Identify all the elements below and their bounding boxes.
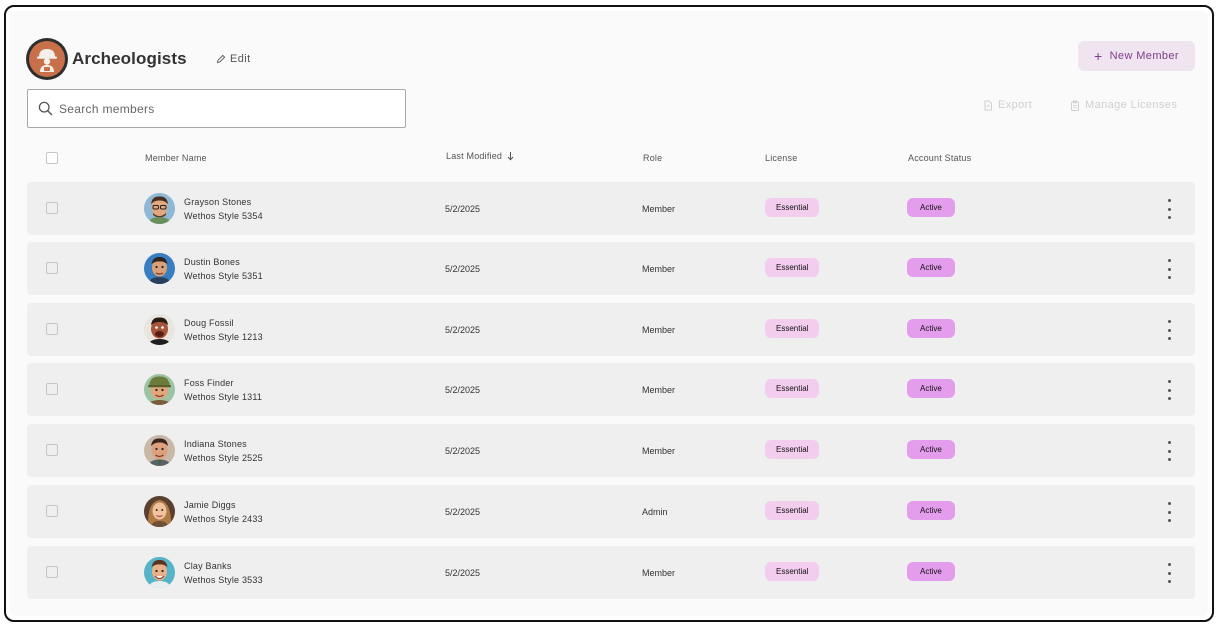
page-title: Archeologists	[72, 49, 187, 68]
license-badge: Essential	[765, 198, 820, 217]
member-style: Wethos Style 2525	[184, 453, 263, 463]
export-label: Export	[998, 99, 1033, 111]
app-window: Archeologists Edit + New Member Ex	[4, 5, 1214, 622]
last-modified: 5/2/2025	[445, 385, 481, 395]
column-account-status[interactable]: Account Status	[908, 153, 971, 163]
table-row[interactable]: Foss Finder Wethos Style 1311 5/2/2025 M…	[27, 363, 1195, 416]
row-checkbox[interactable]	[46, 383, 58, 395]
table-header: Member Name Last Modified Role License A…	[10, 143, 1208, 173]
row-checkbox[interactable]	[46, 444, 58, 456]
license-badge: Essential	[765, 440, 820, 459]
pencil-icon	[216, 54, 226, 64]
member-style: Wethos Style 1213	[184, 332, 263, 342]
manage-licenses-label: Manage Licenses	[1085, 99, 1178, 111]
license-badge: Essential	[765, 501, 820, 520]
member-name: Jamie Diggs	[184, 500, 236, 510]
last-modified: 5/2/2025	[445, 507, 481, 517]
file-icon	[984, 100, 992, 110]
last-modified: 5/2/2025	[445, 446, 481, 456]
member-role: Member	[642, 325, 676, 335]
status-badge: Active	[907, 562, 955, 581]
search-icon	[38, 101, 53, 116]
edit-team-button[interactable]: Edit	[216, 53, 251, 65]
new-member-button[interactable]: + New Member	[1078, 41, 1195, 71]
manage-licenses-button[interactable]: Manage Licenses	[1070, 99, 1177, 111]
plus-icon: +	[1094, 48, 1103, 64]
column-last-modified-label: Last Modified	[446, 151, 503, 161]
column-license[interactable]: License	[765, 153, 797, 163]
member-style: Wethos Style 1311	[184, 392, 263, 402]
member-style: Wethos Style 3533	[184, 575, 263, 585]
kebab-menu-icon[interactable]	[1165, 258, 1173, 280]
status-badge: Active	[907, 501, 955, 520]
member-name: Foss Finder	[184, 378, 234, 388]
row-checkbox[interactable]	[46, 262, 58, 274]
avatar	[144, 557, 175, 588]
row-checkbox[interactable]	[46, 505, 58, 517]
avatar	[144, 496, 175, 527]
table-row[interactable]: Indiana Stones Wethos Style 2525 5/2/202…	[27, 424, 1195, 477]
avatar	[144, 435, 175, 466]
team-avatar	[26, 38, 68, 80]
table-row[interactable]: Doug Fossil Wethos Style 1213 5/2/2025 M…	[27, 303, 1195, 356]
member-style: Wethos Style 5351	[184, 271, 263, 281]
column-role[interactable]: Role	[643, 153, 662, 163]
search-input[interactable]	[59, 101, 389, 116]
clipboard-icon	[1071, 99, 1079, 111]
member-role: Admin	[642, 507, 668, 517]
license-badge: Essential	[765, 562, 820, 581]
kebab-menu-icon[interactable]	[1165, 440, 1173, 462]
member-name: Grayson Stones	[184, 197, 252, 207]
last-modified: 5/2/2025	[445, 568, 481, 578]
avatar	[144, 253, 175, 284]
search-field[interactable]	[27, 89, 406, 128]
avatar	[144, 374, 175, 405]
member-role: Member	[642, 385, 676, 395]
status-badge: Active	[907, 440, 955, 459]
export-button[interactable]: Export	[983, 99, 1032, 111]
last-modified: 5/2/2025	[445, 264, 481, 274]
member-name: Indiana Stones	[184, 439, 247, 449]
avatar	[144, 193, 175, 224]
status-badge: Active	[907, 379, 955, 398]
table-row[interactable]: Clay Banks Wethos Style 3533 5/2/2025 Me…	[27, 546, 1195, 599]
status-badge: Active	[907, 319, 955, 338]
team-members-page: Archeologists Edit + New Member Ex	[10, 11, 1208, 616]
member-role: Member	[642, 568, 676, 578]
row-checkbox[interactable]	[46, 323, 58, 335]
kebab-menu-icon[interactable]	[1165, 319, 1173, 341]
table-row[interactable]: Grayson Stones Wethos Style 5354 5/2/202…	[27, 182, 1195, 235]
member-style: Wethos Style 2433	[184, 514, 263, 524]
status-badge: Active	[907, 258, 955, 277]
member-name: Clay Banks	[184, 561, 232, 571]
kebab-menu-icon[interactable]	[1165, 562, 1173, 584]
kebab-menu-icon[interactable]	[1165, 198, 1173, 220]
kebab-menu-icon[interactable]	[1165, 501, 1173, 523]
table-row[interactable]: Dustin Bones Wethos Style 5351 5/2/2025 …	[27, 242, 1195, 295]
last-modified: 5/2/2025	[445, 204, 481, 214]
row-checkbox[interactable]	[46, 202, 58, 214]
license-badge: Essential	[765, 319, 820, 338]
license-badge: Essential	[765, 379, 820, 398]
archeologist-icon	[29, 41, 65, 77]
new-member-label: New Member	[1109, 50, 1179, 62]
kebab-menu-icon[interactable]	[1165, 379, 1173, 401]
last-modified: 5/2/2025	[445, 325, 481, 335]
row-checkbox[interactable]	[46, 566, 58, 578]
table-row[interactable]: Jamie Diggs Wethos Style 2433 5/2/2025 A…	[27, 485, 1195, 538]
license-badge: Essential	[765, 258, 820, 277]
status-badge: Active	[907, 198, 955, 217]
member-style: Wethos Style 5354	[184, 211, 263, 221]
column-member-name[interactable]: Member Name	[145, 153, 207, 163]
member-role: Member	[642, 264, 676, 274]
avatar	[144, 314, 175, 345]
member-name: Doug Fossil	[184, 318, 234, 328]
edit-label: Edit	[230, 53, 251, 65]
member-name: Dustin Bones	[184, 257, 240, 267]
column-last-modified[interactable]: Last Modified	[446, 151, 514, 161]
arrow-down-icon	[507, 152, 514, 161]
member-role: Member	[642, 204, 676, 214]
select-all-checkbox[interactable]	[46, 152, 58, 164]
member-role: Member	[642, 446, 676, 456]
